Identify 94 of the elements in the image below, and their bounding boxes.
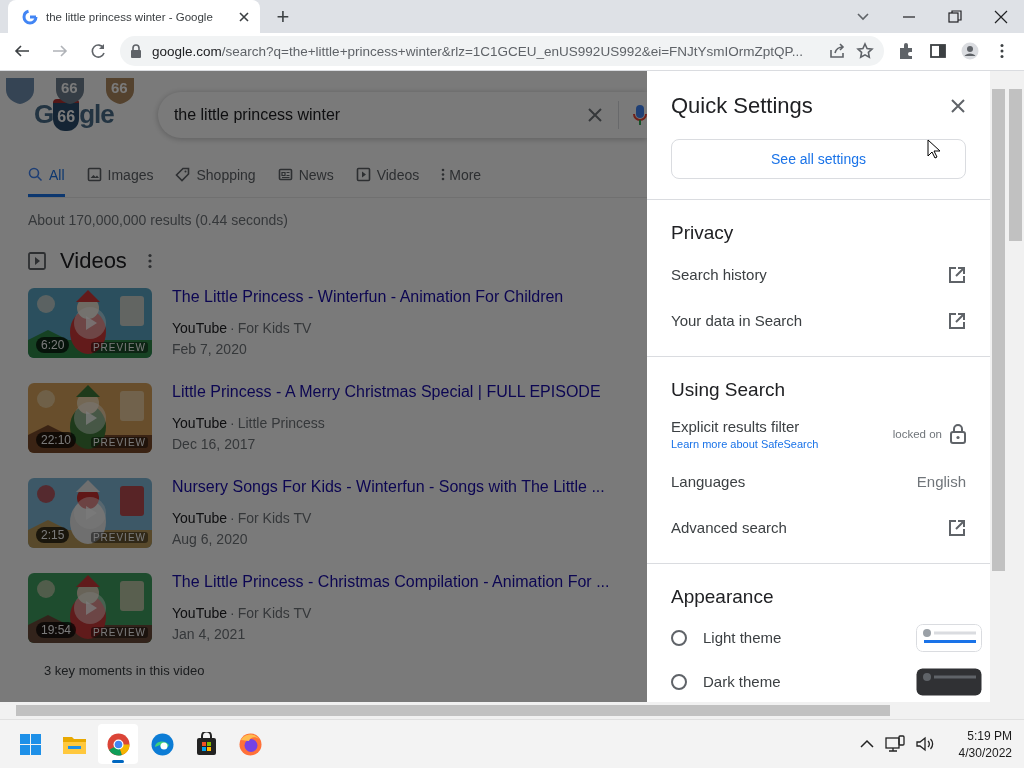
vertical-scrollbar[interactable]: [990, 70, 1007, 702]
section-heading: Using Search: [671, 378, 787, 401]
video-source: YouTube: [172, 509, 227, 526]
video-source: YouTube: [172, 604, 227, 621]
setting-link[interactable]: Advanced search: [671, 519, 787, 537]
more-icon[interactable]: [146, 252, 153, 269]
more-icon: [441, 166, 446, 182]
search-tab[interactable]: Shopping: [175, 158, 256, 195]
network-icon[interactable]: [884, 735, 905, 753]
logo-text[interactable]: G: [34, 99, 54, 131]
microphone-icon[interactable]: [633, 103, 647, 126]
video-source: YouTube: [172, 414, 227, 431]
reload-icon[interactable]: [89, 42, 107, 61]
channel-name: Little Princess: [237, 414, 325, 431]
search-field[interactable]: the little princess winter: [157, 91, 647, 138]
video-title-link[interactable]: The Little Princess - Winterfun - Animation For Children: [172, 287, 564, 306]
section-heading: Appearance: [671, 585, 775, 608]
volume-icon[interactable]: [914, 735, 935, 753]
video-title-link[interactable]: The Little Princess - Christmas Compilation - Animation For ...: [172, 572, 610, 591]
cursor-icon: [927, 138, 941, 159]
url-text: google.com/search?q=the+little+princess+winter&rlz=1C1GCEU_enUS992US992&ei=FNJtYsmIOrmZptQP...: [152, 43, 805, 59]
external-link-icon[interactable]: [948, 311, 966, 330]
search-tab[interactable]: All: [28, 158, 65, 197]
section-heading: Privacy: [671, 221, 735, 244]
theme-option[interactable]: Light theme: [703, 629, 782, 647]
tag-icon: [175, 166, 191, 182]
key-moments-text: 3 key moments in this video: [44, 662, 206, 678]
panel-title: Quick Settings: [671, 92, 813, 119]
video-title-link[interactable]: Nursery Songs For Kids - Winterfun - Songs with The Little ...: [172, 477, 605, 496]
external-link-icon[interactable]: [948, 265, 966, 284]
channel-name: For Kids TV: [237, 319, 312, 336]
channel-name: For Kids TV: [237, 604, 312, 621]
channel-name: For Kids TV: [237, 509, 312, 526]
edge-icon: [149, 731, 175, 757]
separator-dot: ·: [229, 414, 236, 431]
profile-icon[interactable]: [961, 42, 979, 61]
setting-label[interactable]: Languages: [671, 473, 746, 491]
search-tab[interactable]: Images: [86, 158, 154, 195]
play-box-icon: [355, 166, 371, 182]
clear-icon[interactable]: [586, 105, 604, 124]
separator-dot: ·: [229, 319, 236, 336]
theme-option[interactable]: Dark theme: [703, 673, 781, 691]
shield-number: 66: [111, 79, 128, 96]
shield-number: 66: [61, 79, 78, 96]
chrome-icon: [105, 731, 131, 757]
video-title-link[interactable]: Little Princess - A Merry Christmas Special | FULL EPISODE: [172, 382, 601, 401]
side-panel-icon[interactable]: [929, 42, 947, 61]
logo-text[interactable]: gle: [79, 99, 114, 131]
video-source: YouTube: [172, 319, 227, 336]
search-icon: [28, 166, 43, 182]
separator-dot: ·: [229, 604, 236, 621]
radio-button[interactable]: [671, 629, 687, 646]
lock-icon: [130, 44, 142, 59]
image-icon: [86, 166, 102, 182]
lock-icon: [950, 423, 966, 444]
video-date: Dec 16, 2017: [172, 435, 257, 452]
windows-icon: [17, 731, 43, 757]
new-tab-button[interactable]: +: [272, 5, 294, 29]
setting-link[interactable]: Your data in Search: [671, 312, 803, 330]
clock-date[interactable]: 4/30/2022: [958, 745, 1012, 760]
video-date: Aug 6, 2020: [172, 530, 249, 547]
horizontal-scrollbar[interactable]: [0, 702, 1024, 719]
setting-value[interactable]: English: [916, 473, 966, 491]
play-box-icon: [28, 251, 46, 270]
dim-overlay[interactable]: [0, 70, 647, 702]
radio-button[interactable]: [671, 673, 687, 690]
firefox-icon: [237, 731, 263, 757]
result-stats: About 170,000,000 results (0.44 seconds): [28, 211, 289, 228]
newspaper-icon: [277, 166, 293, 182]
extensions-icon[interactable]: [897, 42, 915, 61]
setting-link[interactable]: Search history: [671, 266, 767, 284]
section-heading: Videos: [60, 247, 127, 274]
share-icon[interactable]: [828, 42, 846, 61]
video-date: Feb 7, 2020: [172, 340, 248, 357]
video-date: Jan 4, 2021: [172, 625, 247, 642]
search-tab[interactable]: Videos: [355, 158, 420, 195]
restore-icon[interactable]: [946, 7, 964, 26]
star-icon[interactable]: [856, 42, 874, 61]
search-tab[interactable]: More: [441, 158, 482, 195]
search-tab[interactable]: News: [277, 158, 334, 195]
address-bar[interactable]: google.com/search?q=the+little+princess+winter&rlz=1C1GCEU_enUS992US992&ei=FNJtYsmIOrmZptQP...: [120, 36, 884, 67]
setting-label: Explicit results filter: [671, 417, 801, 435]
search-text[interactable]: the little princess winter: [173, 105, 572, 124]
external-link-icon[interactable]: [948, 518, 966, 537]
separator-dot: ·: [229, 509, 236, 526]
vertical-scrollbar[interactable]: [1007, 70, 1024, 702]
tab-title: the little princess winter - Google: [46, 10, 214, 23]
close-icon[interactable]: [950, 97, 966, 114]
google-favicon: [22, 8, 38, 25]
clock-time[interactable]: 5:19 PM: [967, 728, 1012, 743]
see-all-settings-button[interactable]: See all settings: [671, 138, 966, 179]
learn-more-link[interactable]: Learn more about SafeSearch: [671, 437, 819, 450]
lock-status: locked on: [892, 427, 942, 440]
browser-tab[interactable]: the little princess winter - Google: [8, 0, 260, 33]
